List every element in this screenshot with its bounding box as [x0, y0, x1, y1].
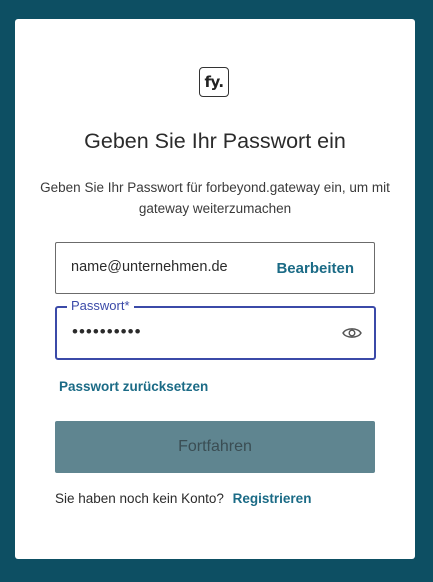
- edit-email-link[interactable]: Bearbeiten: [276, 260, 354, 277]
- brand-logo: fy.: [199, 67, 229, 97]
- page-title: Geben Sie Ihr Passwort ein: [84, 129, 346, 153]
- login-card: fy. Geben Sie Ihr Passwort ein Geben Sie…: [15, 19, 415, 559]
- signup-row: Sie haben noch kein Konto? Registrieren: [55, 491, 311, 506]
- signup-prompt: Sie haben noch kein Konto?: [55, 491, 224, 506]
- password-field[interactable]: Passwort* ••••••••••: [55, 298, 376, 360]
- email-value: name@unternehmen.de: [71, 259, 228, 275]
- reset-password-link[interactable]: Passwort zurücksetzen: [59, 379, 208, 394]
- page-subtitle: Geben Sie Ihr Passwort für forbeyond.gat…: [40, 180, 390, 216]
- continue-button[interactable]: Fortfahren: [55, 421, 375, 473]
- register-link[interactable]: Registrieren: [233, 491, 312, 506]
- eye-icon[interactable]: [342, 325, 362, 341]
- password-value[interactable]: ••••••••••: [72, 322, 142, 342]
- email-field: name@unternehmen.de Bearbeiten: [55, 242, 375, 294]
- password-label: Passwort*: [67, 298, 134, 313]
